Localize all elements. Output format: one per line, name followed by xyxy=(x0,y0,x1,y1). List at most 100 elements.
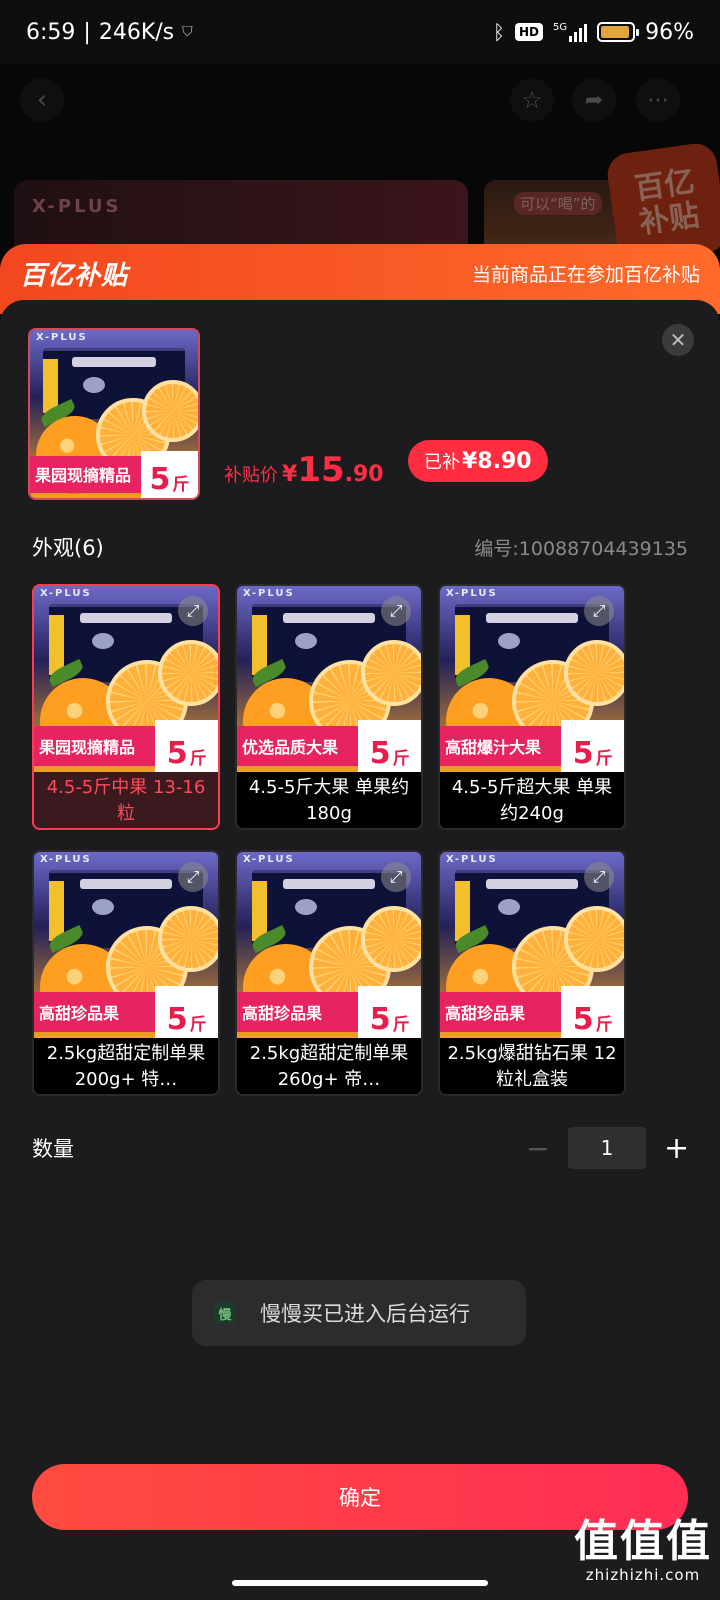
battery-percent: 96% xyxy=(645,19,694,45)
quantity-stepper: − 1 + xyxy=(526,1127,689,1169)
status-bar: 6:59 | 246K/s ⛉ ᛒ HD 5G 96% xyxy=(0,0,720,64)
option-tag-num: 5 xyxy=(369,1002,391,1037)
option-card[interactable]: X-PLUS 高甜爆汁大果 5斤 ⤢ 4.5-5斤超大果 单果约240g xyxy=(438,584,626,830)
option-tag-text: 高甜珍品果 xyxy=(34,991,156,1033)
battery-icon xyxy=(597,22,640,42)
app-icon: 慢 xyxy=(214,1302,236,1324)
xplus-logo: X-PLUS xyxy=(40,588,92,599)
expand-icon[interactable]: ⤢ xyxy=(584,862,614,892)
xplus-logo: X-PLUS xyxy=(36,332,88,343)
option-tag-unit: 斤 xyxy=(392,749,410,769)
subsidy-price: 补贴价 ¥ 15 .90 xyxy=(224,450,384,490)
price-currency: ¥ xyxy=(282,462,298,487)
xplus-logo: X-PLUS xyxy=(446,854,498,865)
option-tag-text: 高甜珍品果 xyxy=(440,991,562,1033)
close-icon[interactable]: ✕ xyxy=(662,324,694,356)
option-tag: 优选品质大果 5斤 xyxy=(237,719,421,772)
product-thumbnail[interactable]: X-PLUS 果园现摘精品 5斤 xyxy=(28,328,200,500)
expand-icon[interactable]: ⤢ xyxy=(178,596,208,626)
price-label: 补贴价 xyxy=(224,465,278,486)
expand-icon[interactable]: ⤢ xyxy=(178,862,208,892)
option-tag: 高甜珍品果 5斤 xyxy=(440,985,624,1038)
toast-message: 慢慢买已进入后台运行 xyxy=(260,1302,470,1326)
option-tag-text: 果园现摘精品 xyxy=(34,725,156,767)
option-image: X-PLUS 高甜爆汁大果 5斤 ⤢ xyxy=(440,586,624,772)
option-tag-text: 高甜爆汁大果 xyxy=(440,725,562,767)
background-toast: 慢 慢慢买已进入后台运行 xyxy=(192,1280,526,1346)
product-tag-text: 果园现摘精品 xyxy=(30,456,141,493)
price-integer: 15 xyxy=(297,450,345,490)
site-watermark: 值值值 zhizhizhi.com xyxy=(568,1516,718,1585)
option-tag: 果园现摘精品 5斤 xyxy=(34,719,218,772)
option-tag-num: 5 xyxy=(166,1002,188,1037)
network-type: 5G xyxy=(552,22,568,33)
app-screen: 6:59 | 246K/s ⛉ ᛒ HD 5G 96% ‹ ☆ ➦ ⋯ X-PL… xyxy=(0,0,720,1600)
option-tag-unit: 斤 xyxy=(392,1015,410,1035)
subsidized-badge: 已补 ¥8.90 xyxy=(408,440,548,482)
option-image: X-PLUS 高甜珍品果 5斤 ⤢ xyxy=(34,852,218,1038)
xplus-logo: X-PLUS xyxy=(243,854,295,865)
option-card[interactable]: X-PLUS 优选品质大果 5斤 ⤢ 4.5-5斤大果 单果约180g xyxy=(235,584,423,830)
subsidy-note: 当前商品正在参加百亿补贴 xyxy=(471,263,700,286)
option-card[interactable]: X-PLUS 果园现摘精品 5斤 ⤢ 4.5-5斤中果 13-16粒 xyxy=(32,584,220,830)
expand-icon[interactable]: ⤢ xyxy=(584,596,614,626)
home-indicator[interactable] xyxy=(232,1580,488,1586)
hd-icon: HD xyxy=(514,23,543,41)
option-tag-num: 5 xyxy=(572,736,594,771)
option-label: 2.5kg超甜定制单果260g+ 帝… xyxy=(249,1043,409,1090)
option-card[interactable]: X-PLUS 高甜珍品果 5斤 ⤢ 2.5kg超甜定制单果200g+ 特… xyxy=(32,850,220,1096)
quantity-label: 数量 xyxy=(32,1137,74,1161)
price-decimal: .90 xyxy=(344,462,384,487)
product-tag: 果园现摘精品 5斤 xyxy=(30,450,198,498)
quantity-input[interactable]: 1 xyxy=(568,1127,646,1169)
plus-button[interactable]: + xyxy=(664,1131,689,1166)
option-image: X-PLUS 高甜珍品果 5斤 ⤢ xyxy=(440,852,624,1038)
option-tag: 高甜爆汁大果 5斤 xyxy=(440,719,624,772)
option-grid: X-PLUS 果园现摘精品 5斤 ⤢ 4.5-5斤中果 13-16粒 X-PLU… xyxy=(32,584,632,1096)
status-divider: | xyxy=(83,19,91,45)
bluetooth-icon: ᛒ xyxy=(492,20,505,44)
option-tag-num: 5 xyxy=(166,736,188,771)
option-image: X-PLUS 果园现摘精品 5斤 ⤢ xyxy=(34,586,218,772)
subsidized-label: 已补 xyxy=(424,452,460,473)
option-label: 4.5-5斤超大果 单果约240g xyxy=(451,777,613,824)
subsidy-logo: 百亿补贴 xyxy=(20,260,129,291)
option-label: 2.5kg超甜定制单果200g+ 特… xyxy=(46,1043,206,1090)
subsidized-amount: ¥8.90 xyxy=(462,448,532,474)
product-tag-num: 5 xyxy=(149,462,171,497)
appearance-title: 外观(6) xyxy=(32,536,104,560)
sku-number: 编号:10088704439135 xyxy=(474,538,688,560)
option-tag-text: 优选品质大果 xyxy=(237,725,359,767)
option-label: 2.5kg爆甜钻石果 12粒礼盒装 xyxy=(447,1043,617,1090)
quantity-row: 数量 − 1 + xyxy=(32,1126,689,1170)
expand-icon[interactable]: ⤢ xyxy=(381,596,411,626)
option-tag-num: 5 xyxy=(369,736,391,771)
shield-icon: ⛉ xyxy=(182,24,193,40)
option-label: 4.5-5斤大果 单果约180g xyxy=(248,777,410,824)
option-tag-unit: 斤 xyxy=(189,749,207,769)
xplus-logo: X-PLUS xyxy=(243,588,295,599)
option-tag-unit: 斤 xyxy=(595,1015,613,1035)
minus-button[interactable]: − xyxy=(526,1132,550,1165)
option-tag: 高甜珍品果 5斤 xyxy=(34,985,218,1038)
option-tag-unit: 斤 xyxy=(189,1015,207,1035)
signal-icon: 5G xyxy=(552,22,588,42)
product-image: X-PLUS 果园现摘精品 5斤 xyxy=(30,330,198,498)
xplus-logo: X-PLUS xyxy=(446,588,498,599)
expand-icon[interactable]: ⤢ xyxy=(381,862,411,892)
option-tag-unit: 斤 xyxy=(595,749,613,769)
option-image: X-PLUS 优选品质大果 5斤 ⤢ xyxy=(237,586,421,772)
option-card[interactable]: X-PLUS 高甜珍品果 5斤 ⤢ 2.5kg超甜定制单果260g+ 帝… xyxy=(235,850,423,1096)
product-tag-unit: 斤 xyxy=(172,475,190,495)
status-time: 6:59 xyxy=(26,19,76,45)
watermark-logo: 值值值 xyxy=(574,1516,712,1567)
option-tag: 高甜珍品果 5斤 xyxy=(237,985,421,1038)
option-card[interactable]: X-PLUS 高甜珍品果 5斤 ⤢ 2.5kg爆甜钻石果 12粒礼盒装 xyxy=(438,850,626,1096)
option-label: 4.5-5斤中果 13-16粒 xyxy=(46,777,206,824)
xplus-logo: X-PLUS xyxy=(40,854,92,865)
option-tag-num: 5 xyxy=(572,1002,594,1037)
watermark-url: zhizhizhi.com xyxy=(585,1566,701,1584)
option-tag-text: 高甜珍品果 xyxy=(237,991,359,1033)
option-image: X-PLUS 高甜珍品果 5斤 ⤢ xyxy=(237,852,421,1038)
status-speed: 246K/s xyxy=(98,19,175,45)
